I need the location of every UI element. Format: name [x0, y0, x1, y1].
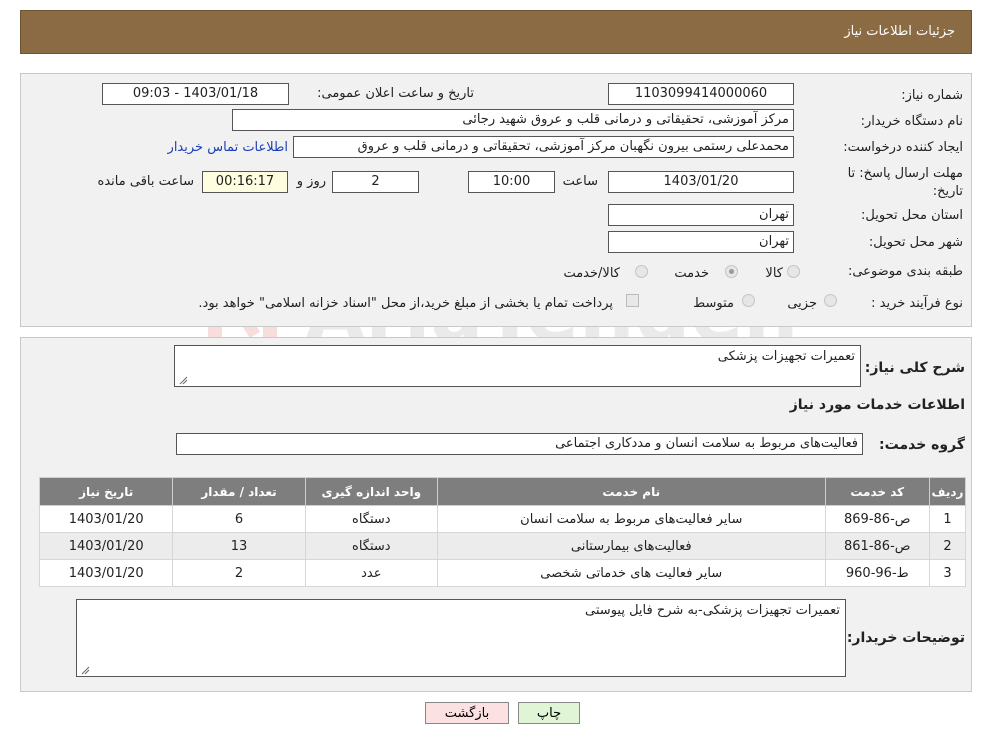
category-radio-service[interactable] — [725, 265, 738, 278]
need-number-field: 1103099414000060 — [608, 83, 794, 105]
deadline-date-field: 1403/01/20 — [608, 171, 794, 193]
cell-row: 2 — [928, 532, 967, 560]
category-label: طبقه بندی موضوعی: — [847, 264, 963, 279]
category-option-goods-service: کالا/خدمت — [563, 266, 620, 281]
payment-note: پرداخت تمام یا بخشی از مبلغ خرید،از محل … — [198, 296, 613, 311]
summary-field: تعمیرات تجهیزات پزشکی — [174, 345, 861, 387]
cell-code: ط-96-960 — [824, 559, 930, 587]
resize-grip-icon[interactable] — [178, 375, 188, 385]
purchase-type-label: نوع فرآیند خرید : — [871, 296, 963, 311]
col-date-header: تاریخ نیاز — [38, 477, 174, 506]
category-radio-goods[interactable] — [787, 265, 800, 278]
category-option-goods: کالا — [765, 266, 783, 281]
days-label: روز و — [296, 174, 326, 189]
treasury-checkbox[interactable] — [626, 294, 639, 307]
cell-code: ص-86-861 — [824, 532, 930, 560]
remaining-time-field: 00:16:17 — [202, 171, 288, 193]
summary-label: شرح کلی نیاز: — [864, 360, 965, 376]
cell-name: سایر فعالیت های خدماتی شخصی — [436, 559, 826, 587]
col-row-header: ردیف — [928, 477, 967, 506]
summary-text: تعمیرات تجهیزات پزشکی — [717, 349, 855, 364]
col-name-header: نام خدمت — [436, 477, 826, 506]
cell-qty: 6 — [172, 505, 306, 533]
cell-date: 1403/01/20 — [38, 532, 174, 560]
creator-field: محمدعلی رستمی بیرون نگهبان مرکز آموزشی، … — [293, 136, 794, 158]
cell-row: 3 — [928, 559, 967, 587]
cell-qty: 2 — [172, 559, 306, 587]
category-radio-goods-service[interactable] — [635, 265, 648, 278]
page-title: جزئیات اطلاعات نیاز — [844, 24, 955, 39]
purchase-radio-minor[interactable] — [824, 294, 837, 307]
cell-code: ص-86-869 — [824, 505, 930, 533]
col-unit-header: واحد اندازه گیری — [304, 477, 438, 506]
buyer-notes-text: تعمیرات تجهیزات پزشکی-به شرح فایل پیوستی — [585, 603, 840, 618]
cell-date: 1403/01/20 — [38, 505, 174, 533]
buyer-notes-field: تعمیرات تجهیزات پزشکی-به شرح فایل پیوستی — [76, 599, 846, 677]
need-details-panel: شرح کلی نیاز: تعمیرات تجهیزات پزشکی اطلا… — [20, 337, 972, 692]
buyer-org-field: مرکز آموزشی، تحقیقاتی و درمانی قلب و عرو… — [232, 109, 794, 131]
services-heading: اطلاعات خدمات مورد نیاز — [789, 397, 965, 413]
days-field: 2 — [332, 171, 419, 193]
buyer-org-label: نام دستگاه خریدار: — [860, 114, 963, 129]
cell-qty: 13 — [172, 532, 306, 560]
service-group-label: گروه خدمت: — [879, 437, 965, 453]
col-qty-header: تعداد / مقدار — [172, 477, 306, 506]
resize-grip-icon[interactable] — [80, 665, 90, 675]
table-row: 2 ص-86-861 فعالیت‌های بیمارستانی دستگاه … — [38, 532, 967, 560]
service-group-field: فعالیت‌های مربوط به سلامت انسان و مددکار… — [176, 433, 863, 455]
deadline-label: مهلت ارسال پاسخ: تا — [847, 166, 963, 181]
province-label: استان محل تحویل: — [861, 208, 963, 223]
purchase-option-minor: جزیی — [787, 296, 817, 311]
buyer-contact-link[interactable]: اطلاعات تماس خریدار — [168, 140, 288, 155]
announce-label: تاریخ و ساعت اعلان عمومی: — [317, 86, 474, 101]
deadline-time-field: 10:00 — [468, 171, 555, 193]
table-row: 3 ط-96-960 سایر فعالیت های خدماتی شخصی ع… — [38, 559, 967, 587]
deadline-time-label: ساعت — [562, 174, 598, 189]
services-table: ردیف کد خدمت نام خدمت واحد اندازه گیری ت… — [38, 477, 967, 587]
need-number-label: شماره نیاز: — [901, 88, 963, 103]
purchase-option-medium: متوسط — [693, 296, 734, 311]
table-header-row: ردیف کد خدمت نام خدمت واحد اندازه گیری ت… — [38, 477, 967, 506]
city-field: تهران — [608, 231, 794, 253]
cell-unit: دستگاه — [304, 532, 438, 560]
deadline-label-date: تاریخ: — [932, 184, 963, 199]
category-option-service: خدمت — [674, 266, 709, 281]
col-code-header: کد خدمت — [824, 477, 930, 506]
cell-name: فعالیت‌های بیمارستانی — [436, 532, 826, 560]
buyer-notes-label: توضیحات خریدار: — [846, 630, 965, 646]
need-info-panel: شماره نیاز: 1103099414000060 تاریخ و ساع… — [20, 73, 972, 327]
table-row: 1 ص-86-869 سایر فعالیت‌های مربوط به سلام… — [38, 505, 967, 533]
purchase-radio-medium[interactable] — [742, 294, 755, 307]
city-label: شهر محل تحویل: — [868, 235, 963, 250]
cell-date: 1403/01/20 — [38, 559, 174, 587]
cell-name: سایر فعالیت‌های مربوط به سلامت انسان — [436, 505, 826, 533]
province-field: تهران — [608, 204, 794, 226]
remaining-label: ساعت باقی مانده — [97, 174, 194, 189]
page-header: جزئیات اطلاعات نیاز — [20, 10, 972, 54]
cell-unit: دستگاه — [304, 505, 438, 533]
print-button[interactable]: چاپ — [518, 702, 580, 724]
back-button[interactable]: بازگشت — [425, 702, 509, 724]
creator-label: ایجاد کننده درخواست: — [843, 140, 963, 155]
cell-unit: عدد — [304, 559, 438, 587]
cell-row: 1 — [928, 505, 967, 533]
announce-field: 1403/01/18 - 09:03 — [102, 83, 289, 105]
